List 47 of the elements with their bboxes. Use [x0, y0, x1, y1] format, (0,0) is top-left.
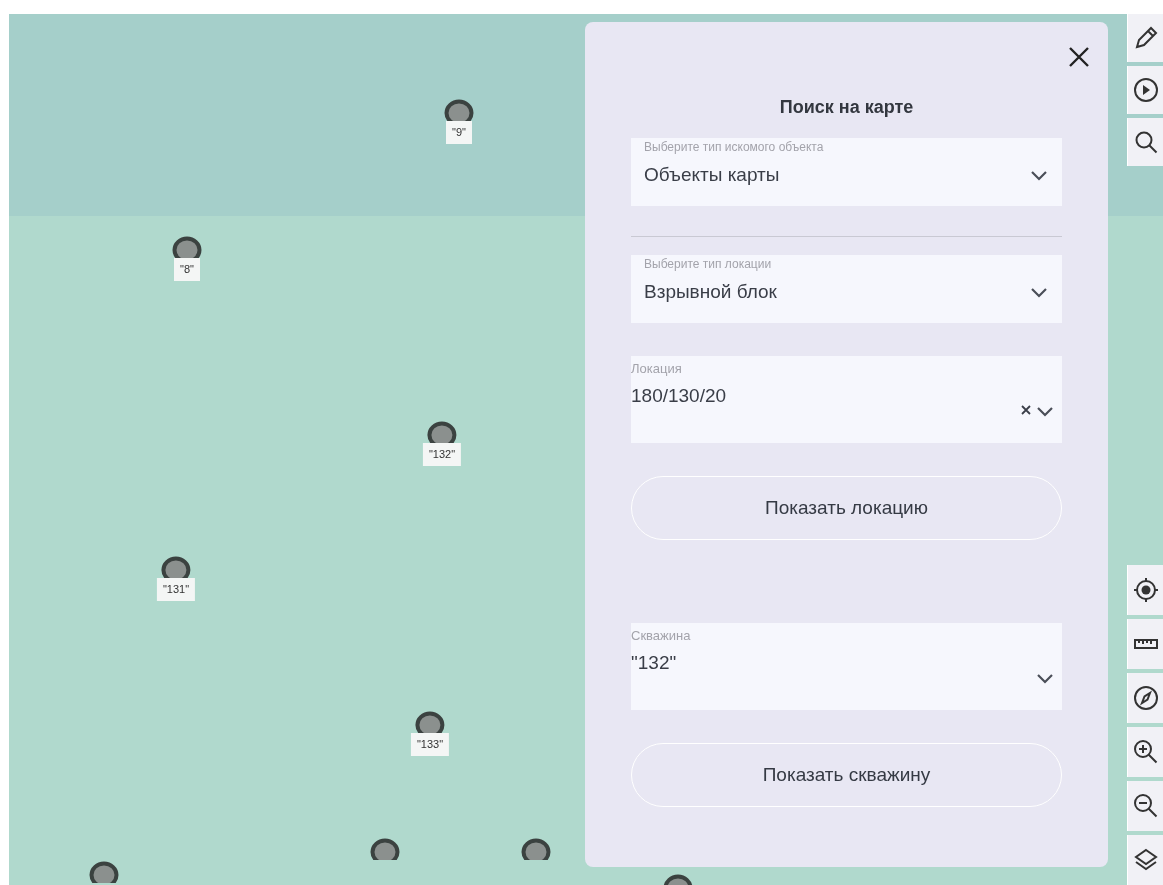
play-button[interactable] [1127, 66, 1163, 114]
well-marker-icon[interactable] [370, 838, 400, 860]
layers-button[interactable] [1127, 835, 1163, 885]
show-button[interactable]: Показать локацию [631, 476, 1062, 540]
well-marker-icon[interactable] [444, 99, 474, 121]
field-label: Выберите тип локации [643, 257, 772, 271]
field-label: Выберите тип искомого объекта [643, 140, 824, 154]
zoom-in-icon [1132, 738, 1160, 766]
chevron-down-icon[interactable] [1030, 285, 1048, 297]
zoom-out-icon [1132, 792, 1160, 820]
marker-label: "133" [410, 733, 450, 756]
target-button[interactable] [1127, 565, 1163, 615]
show-button[interactable]: Показать скважину [631, 743, 1062, 807]
clear-icon[interactable] [1020, 404, 1032, 416]
play-icon [1132, 76, 1160, 104]
chevron-down-icon[interactable] [1036, 671, 1054, 683]
field-value: Взрывной блок [643, 281, 777, 303]
well-marker-icon[interactable] [521, 838, 551, 860]
field-label: Локация [631, 361, 682, 376]
ruler-button[interactable] [1127, 619, 1163, 669]
well-marker-icon[interactable] [427, 421, 457, 443]
select-field[interactable]: Выберите тип искомого объекта Объекты карты [631, 138, 1062, 206]
zoom-in-button[interactable] [1127, 727, 1163, 777]
field-value: Объекты карты [643, 164, 780, 186]
marker-label: "132" [422, 443, 462, 466]
target-icon [1132, 576, 1160, 604]
well-marker-icon[interactable] [161, 556, 191, 578]
panel-title: Поиск на карте [778, 97, 915, 118]
well-marker-icon[interactable] [89, 861, 119, 883]
zoom-out-button[interactable] [1127, 781, 1163, 831]
chevron-down-icon[interactable] [1036, 404, 1054, 416]
field-value: "132" [631, 652, 677, 674]
marker-label: "8" [174, 258, 200, 281]
well-marker-icon[interactable] [415, 711, 445, 733]
chevron-down-icon[interactable] [1030, 168, 1048, 180]
select-field[interactable]: Выберите тип локации Взрывной блок [631, 255, 1062, 323]
pencil-button[interactable] [1127, 14, 1163, 62]
marker-label: "131" [156, 578, 196, 601]
well-marker-icon[interactable] [172, 236, 202, 258]
field-label: Скважина [631, 628, 691, 643]
search-button[interactable] [1127, 118, 1163, 166]
select-field[interactable]: Скважина "132" [631, 623, 1062, 710]
field-value: 180/130/20 [631, 385, 727, 407]
compass-button[interactable] [1127, 673, 1163, 723]
select-field[interactable]: Локация 180/130/20 [631, 356, 1062, 443]
compass-icon [1132, 684, 1160, 712]
marker-label: "9" [446, 121, 472, 144]
